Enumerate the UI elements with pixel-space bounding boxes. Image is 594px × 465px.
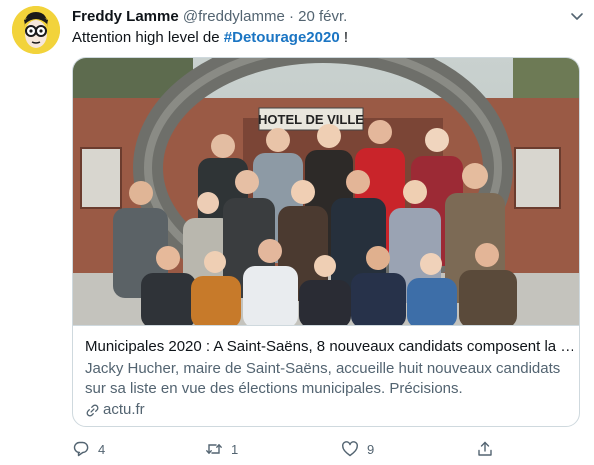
retweet-count: 1 [231,441,239,457]
reply-icon [73,441,89,457]
link-icon [86,404,99,416]
author-name[interactable]: Freddy Lamme [72,8,179,25]
retweet-icon [206,444,222,454]
card-description: Jacky Hucher, maire de Saint-Saëns, accu… [85,360,561,397]
tweet[interactable]: Freddy Lamme @freddylamme · 20 févr. Att… [0,0,594,465]
avatar[interactable] [12,6,60,54]
hashtag-link[interactable]: #Detourage2020 [224,29,340,46]
like-icon [342,441,358,457]
tweet-actions: 4 1 9 [72,438,512,460]
share-button[interactable] [476,438,494,460]
card-image[interactable]: HOTEL DE VILLE [73,58,579,325]
more-options-button[interactable] [568,7,586,25]
sign-text: HOTEL DE VILLE [258,112,364,127]
tweet-header: Freddy Lamme @freddylamme · 20 févr. [72,7,580,27]
like-count: 9 [367,441,375,457]
tweet-text-after: ! [339,29,349,46]
reply-button[interactable]: 4 [72,438,105,460]
caret-down-icon [571,13,583,20]
like-button[interactable]: 9 [341,438,374,460]
retweet-button[interactable]: 1 [205,438,238,460]
separator-dot: · [288,8,294,25]
tweet-text-before: Attention high level de [72,29,224,46]
group-photo: HOTEL DE VILLE [73,58,579,325]
tweet-text: Attention high level de #Detourage2020 ! [72,28,348,48]
card-domain-text: actu.fr [103,401,145,418]
link-card[interactable]: HOTEL DE VILLE Municipales 2020: A Sain… [72,57,580,427]
card-title[interactable]: Municipales 2020 : A Saint-Saëns, 8 nouv… [85,337,573,357]
reply-count: 4 [98,441,106,457]
share-icon [478,441,492,456]
author-handle[interactable]: @freddylamme [183,8,285,25]
avatar-illustration [12,6,60,54]
card-domain: actu.fr [85,400,145,420]
card-divider [73,325,579,326]
tweet-date[interactable]: 20 févr. [298,8,347,25]
